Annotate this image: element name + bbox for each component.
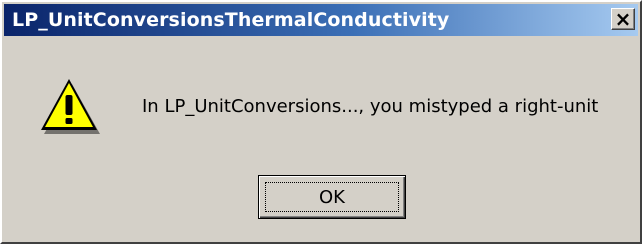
ok-button[interactable]: OK (258, 175, 406, 219)
close-icon: × (614, 7, 632, 31)
message-dialog: LP_UnitConversionsThermalConductivity × … (0, 0, 642, 244)
title-bar[interactable]: LP_UnitConversionsThermalConductivity × (4, 4, 638, 36)
error-message: In LP_UnitConversions..., you mistyped a… (142, 96, 599, 117)
warning-icon (41, 79, 100, 134)
window-title: LP_UnitConversionsThermalConductivity (12, 9, 450, 31)
close-button[interactable]: × (611, 8, 635, 30)
ok-button-label: OK (319, 186, 345, 208)
